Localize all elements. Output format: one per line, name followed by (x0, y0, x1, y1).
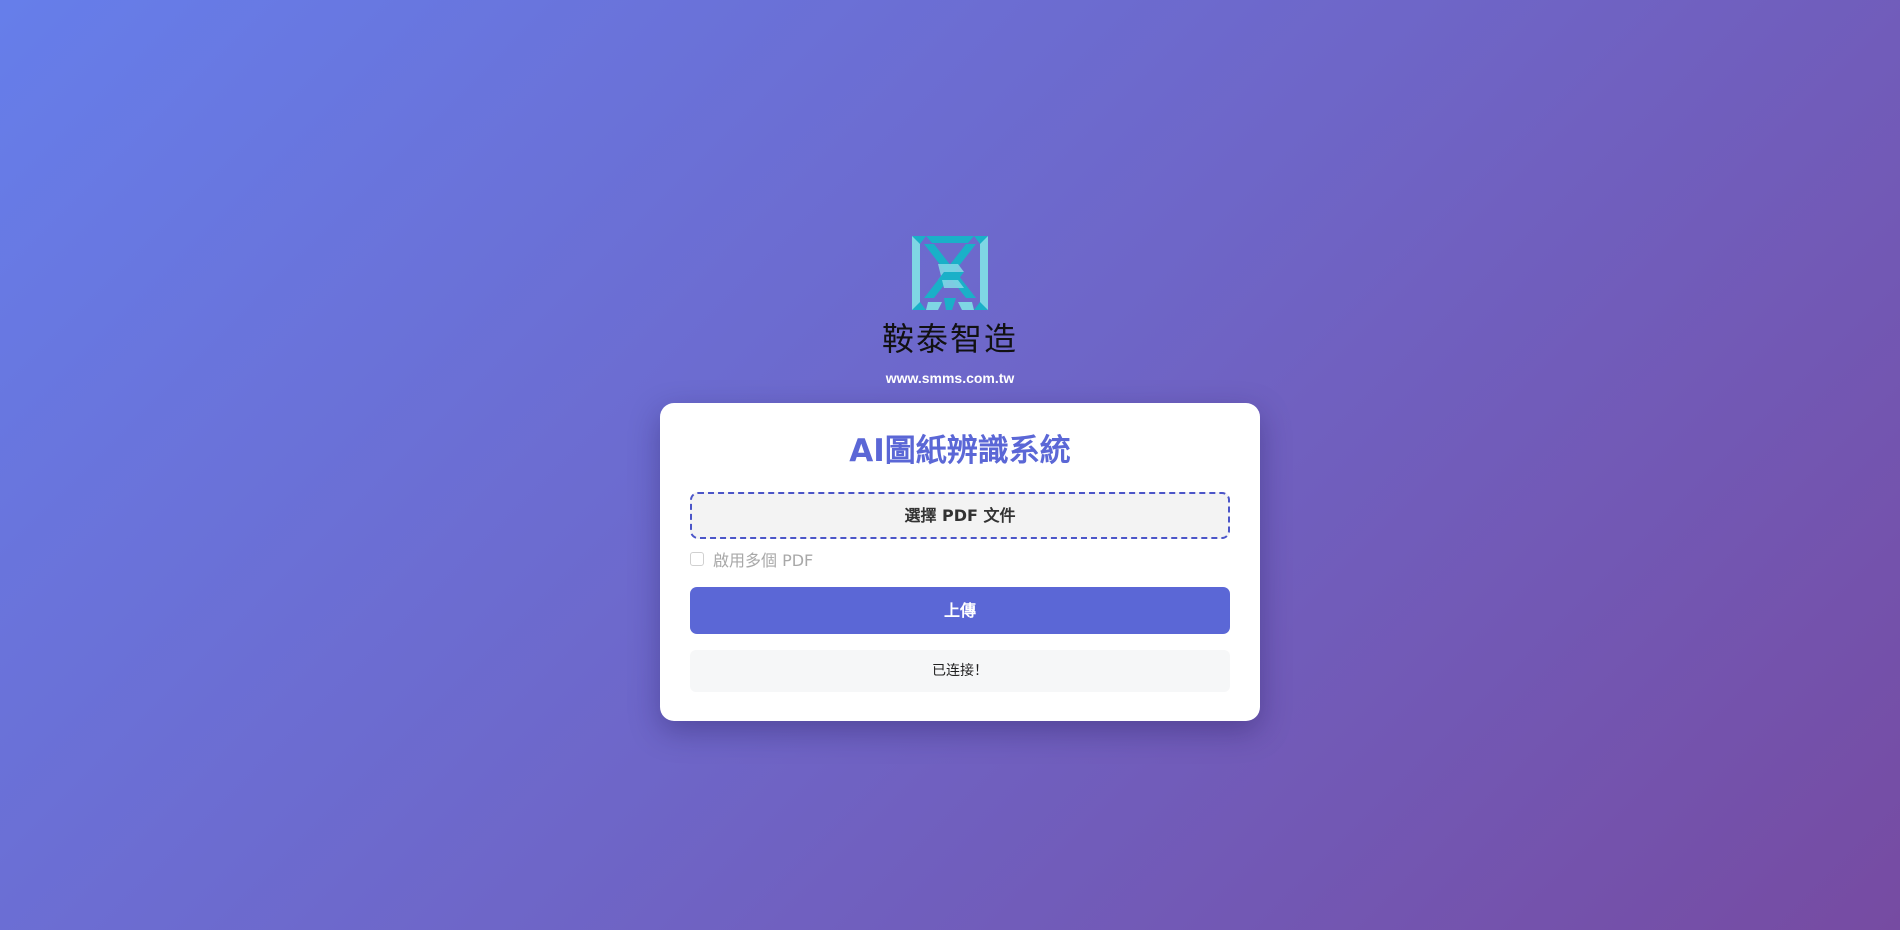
multi-pdf-label: 啟用多個 PDF (713, 551, 814, 570)
page-title: AI圖紙辨識系統 (849, 433, 1071, 469)
upload-card: AI圖紙辨識系統 選擇 PDF 文件 啟用多個 PDF 上傳 已连接！ (660, 403, 1260, 721)
multi-pdf-option[interactable]: 啟用多個 PDF (690, 548, 813, 570)
brand-header: 鞍泰智造 www.smms.com.tw (0, 234, 1900, 386)
choose-pdf-button[interactable]: 選擇 PDF 文件 (690, 492, 1230, 539)
multi-pdf-checkbox[interactable] (690, 552, 704, 566)
brand-url: www.smms.com.tw (885, 370, 1015, 386)
brand-name: 鞍泰智造 (881, 320, 1018, 358)
connection-status: 已连接！ (690, 650, 1230, 692)
smms-logo-icon (912, 236, 988, 310)
upload-button[interactable]: 上傳 (690, 587, 1230, 634)
